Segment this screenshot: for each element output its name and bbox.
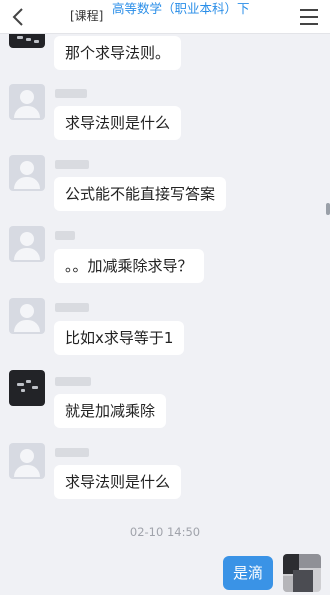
avatar[interactable] bbox=[9, 298, 45, 334]
scrollbar[interactable] bbox=[326, 203, 330, 215]
message-bubble[interactable]: 那个求导法则。 bbox=[54, 36, 182, 70]
sender-name bbox=[55, 160, 89, 169]
my-message-bubble[interactable]: 是滴 bbox=[222, 556, 273, 590]
course-name: 高等数学（职业本科）下 bbox=[112, 1, 250, 16]
chat-header: [课程] 高等数学（职业本科）下 bbox=[0, 0, 330, 34]
sender-name bbox=[55, 303, 89, 312]
sender-name bbox=[55, 89, 87, 98]
course-tag: [课程] bbox=[70, 9, 104, 23]
avatar[interactable] bbox=[9, 226, 45, 262]
back-arrow-icon[interactable] bbox=[8, 6, 30, 28]
sender-name bbox=[55, 231, 75, 240]
sender-name bbox=[55, 448, 89, 457]
my-avatar[interactable] bbox=[283, 554, 321, 592]
avatar[interactable] bbox=[9, 443, 45, 479]
message-bubble[interactable]: 就是加减乘除 bbox=[54, 394, 167, 428]
avatar[interactable] bbox=[9, 370, 45, 406]
avatar[interactable] bbox=[9, 155, 45, 191]
message-bubble[interactable]: 求导法则是什么 bbox=[54, 106, 182, 140]
sender-name bbox=[55, 377, 91, 386]
menu-icon[interactable] bbox=[298, 7, 320, 27]
timestamp: 02-10 14:50 bbox=[129, 525, 201, 539]
message-bubble[interactable]: 。。加减乘除求导？ bbox=[54, 249, 204, 283]
avatar[interactable] bbox=[9, 84, 45, 120]
chat-title: [课程] 高等数学（职业本科）下 bbox=[70, 0, 270, 34]
message-bubble[interactable]: 比如x求导等于1 bbox=[54, 321, 185, 355]
message-bubble[interactable]: 求导法则是什么 bbox=[54, 465, 182, 499]
message-bubble[interactable]: 公式能不能直接写答案 bbox=[54, 177, 227, 211]
